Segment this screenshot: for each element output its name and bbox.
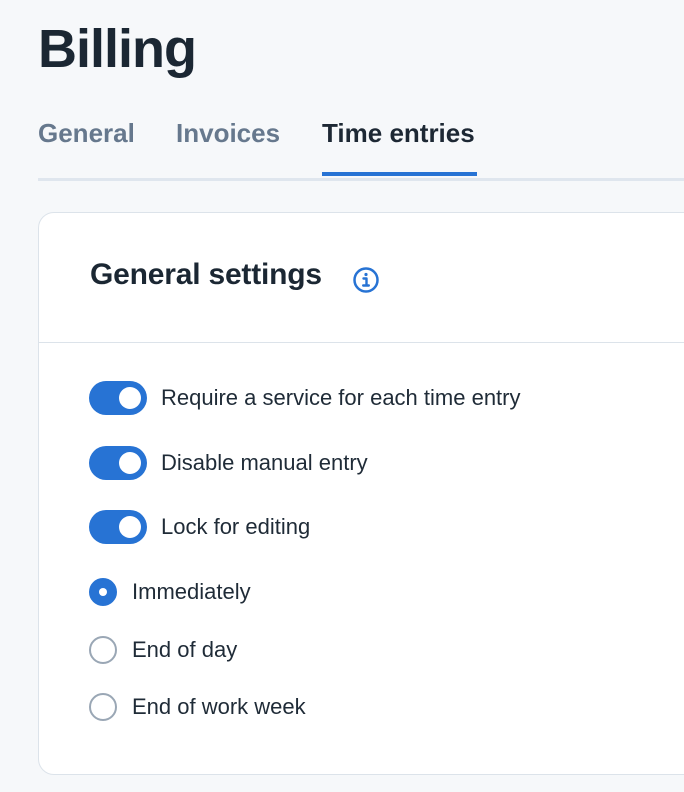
toggle-disable-manual-entry[interactable] [89,446,147,480]
radio-end-of-work-week[interactable] [89,693,117,721]
radio-immediately-label: Immediately [132,579,251,604]
toggle-require-service-label: Require a service for each time entry [161,385,521,410]
tab-invoices[interactable]: Invoices [176,118,282,176]
toggle-knob [119,516,141,538]
radio-end-of-day[interactable] [89,636,117,664]
tab-general[interactable]: General [38,118,136,176]
toggle-lock-for-editing-label: Lock for editing [161,514,311,539]
radio-end-of-work-week-row[interactable]: End of work week [89,692,306,722]
toggle-require-service-row[interactable]: Require a service for each time entry [89,379,521,417]
radio-end-of-day-row[interactable]: End of day [89,635,237,665]
toggle-disable-manual-entry-row[interactable]: Disable manual entry [89,444,368,482]
info-icon[interactable] [352,266,380,294]
toggle-knob [119,452,141,474]
tab-time-entries[interactable]: Time entries [322,118,477,176]
toggle-require-service[interactable] [89,381,147,415]
general-settings-card: General settings Require a service for e… [38,212,684,775]
radio-immediately[interactable] [89,578,117,606]
toggle-lock-for-editing-row[interactable]: Lock for editing [89,508,310,546]
card-title: General settings [90,258,322,291]
toggle-disable-manual-entry-label: Disable manual entry [161,450,368,475]
page-title: Billing [38,19,197,79]
radio-end-of-work-week-label: End of work week [132,694,306,719]
toggle-knob [119,387,141,409]
card-header: General settings [39,213,684,343]
toggle-lock-for-editing[interactable] [89,510,147,544]
tab-bar: General Invoices Time entries [38,112,684,181]
radio-immediately-row[interactable]: Immediately [89,577,251,607]
radio-end-of-day-label: End of day [132,637,238,662]
